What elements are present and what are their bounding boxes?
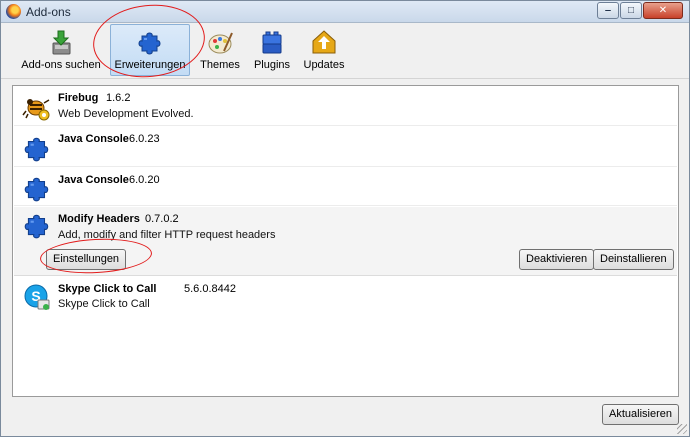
addon-row-java-console-20[interactable]: Java Console 6.0.20	[14, 168, 677, 206]
addon-row-java-console-23[interactable]: Java Console 6.0.23	[14, 127, 677, 167]
title-bar: Add-ons ‒ □ ✕	[1, 1, 689, 23]
firebug-icon	[22, 99, 50, 121]
update-arrow-icon	[312, 30, 336, 54]
addon-version: 6.0.20	[129, 174, 160, 186]
close-button[interactable]: ✕	[643, 2, 683, 19]
settings-button[interactable]: Einstellungen	[46, 249, 127, 270]
tab-get-addons[interactable]: Add-ons suchen	[19, 24, 103, 76]
firefox-icon	[6, 4, 21, 19]
tab-themes-label: Themes	[200, 59, 240, 71]
addon-name: Modify Headers	[58, 213, 140, 225]
addon-list[interactable]: Firebug 1.6.2 Web Development Evolved. J…	[12, 85, 679, 397]
addon-description: Add, modify and filter HTTP request head…	[58, 229, 276, 241]
uninstall-button[interactable]: Deinstallieren	[593, 249, 674, 270]
resize-grip[interactable]	[677, 424, 687, 434]
download-addon-icon	[52, 30, 71, 55]
addons-window: Add-ons ‒ □ ✕ Add-ons suchen Erweiterung…	[0, 0, 690, 437]
skype-icon: S	[24, 284, 50, 310]
tab-get-addons-label: Add-ons suchen	[21, 59, 101, 71]
addon-description: Web Development Evolved.	[58, 108, 194, 120]
disable-button[interactable]: Deaktivieren	[519, 249, 595, 270]
addon-version: 5.6.0.8442	[184, 283, 236, 295]
maximize-button[interactable]: □	[620, 2, 642, 19]
addon-row-firebug[interactable]: Firebug 1.6.2 Web Development Evolved.	[14, 86, 677, 126]
palette-icon	[208, 32, 233, 54]
tab-updates[interactable]: Updates	[300, 24, 348, 76]
addon-row-skype[interactable]: S Skype Click to Call 5.6.0.8442 Skype C…	[14, 277, 677, 315]
addon-version: 6.0.23	[129, 133, 160, 145]
addon-name: Java Console	[58, 174, 129, 186]
window-title: Add-ons	[26, 5, 71, 19]
tab-themes[interactable]: Themes	[195, 24, 245, 76]
addon-name: Skype Click to Call	[58, 283, 157, 295]
tab-extensions-label: Erweiterungen	[114, 59, 186, 71]
tab-plugins[interactable]: Plugins	[249, 24, 295, 76]
blocks-icon	[262, 31, 282, 54]
tab-plugins-label: Plugins	[253, 59, 291, 71]
puzzle-piece-icon	[22, 174, 52, 204]
addon-name: Firebug	[58, 92, 99, 104]
addon-description: Skype Click to Call	[58, 298, 150, 310]
addon-version: 1.6.2	[106, 92, 131, 104]
addon-version: 0.7.0.2	[145, 213, 179, 225]
addon-name: Java Console	[58, 133, 129, 145]
minimize-button[interactable]: ‒	[597, 2, 619, 19]
puzzle-piece-icon	[22, 211, 52, 241]
tab-extensions[interactable]: Erweiterungen	[110, 24, 190, 76]
tab-updates-label: Updates	[303, 59, 345, 71]
addons-toolbar: Add-ons suchen Erweiterungen Themes Plug…	[1, 23, 689, 79]
update-check-button[interactable]: Aktualisieren	[602, 404, 679, 425]
puzzle-piece-icon	[22, 134, 52, 164]
caption-buttons: ‒ □ ✕	[596, 2, 683, 19]
puzzle-piece-icon	[136, 29, 164, 57]
addon-row-modify-headers[interactable]: Modify Headers 0.7.0.2 Add, modify and f…	[14, 207, 677, 276]
